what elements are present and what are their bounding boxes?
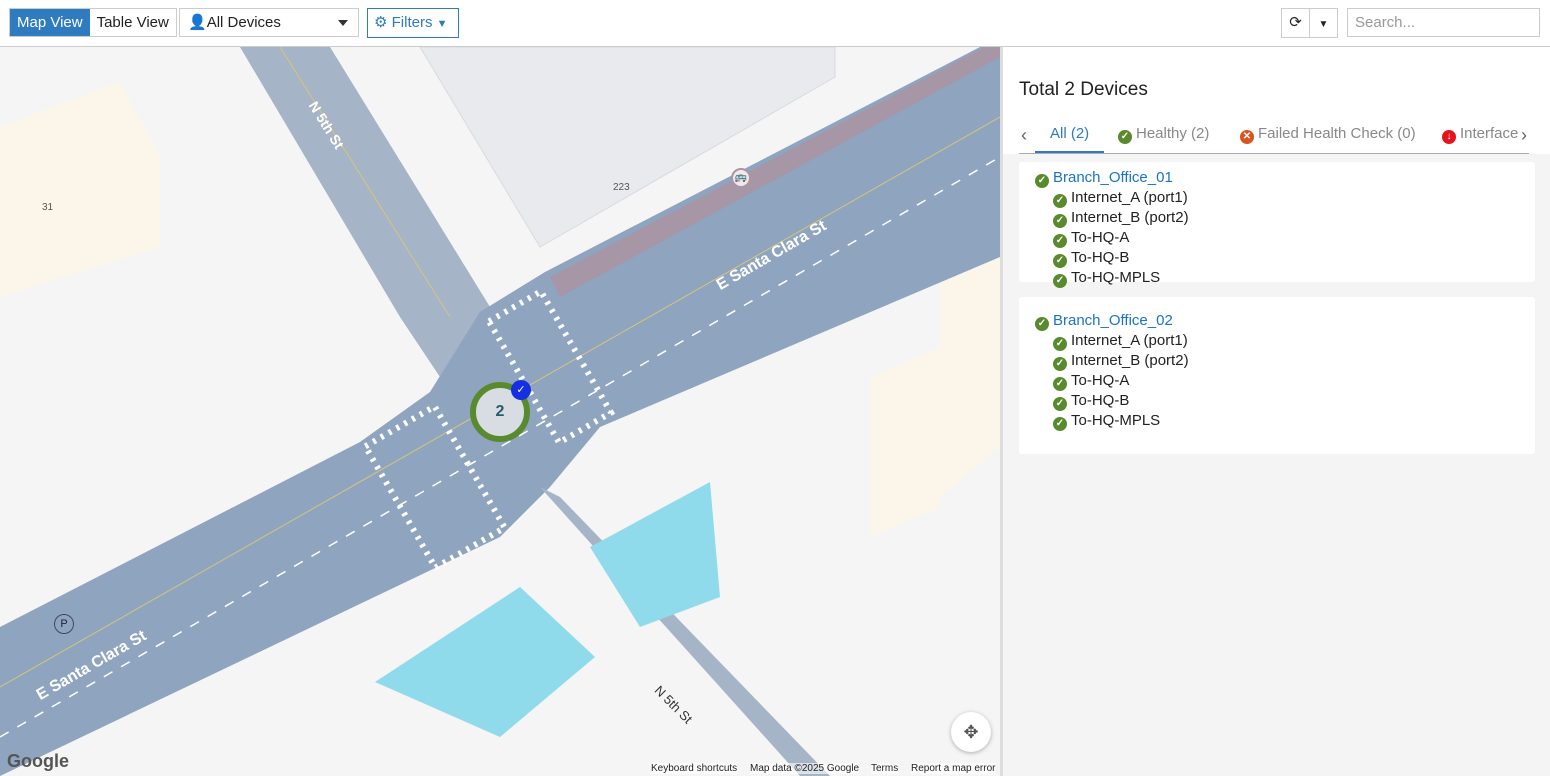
interface-name: To-HQ-A <box>1071 229 1130 246</box>
interface-item: ✓ Internet_B (port2) <box>1035 208 1519 228</box>
tab-all[interactable]: All (2) <box>1035 125 1105 153</box>
refresh-options-button[interactable]: ▼ <box>1309 8 1338 38</box>
cluster-count: 2 <box>495 403 505 420</box>
device-group-icon: 👤 <box>188 14 207 31</box>
interface-name: Internet_A (port1) <box>1071 332 1188 349</box>
check-circle-icon: ✓ <box>1118 130 1132 144</box>
refresh-icon: ⟳ <box>1289 14 1302 31</box>
filters-button[interactable]: ⚙ Filters ▼ <box>367 8 459 38</box>
toolbar: Map View Table View 👤All Devices ⚙ Filte… <box>0 0 1550 47</box>
tab-failed-health-check[interactable]: ✕ Failed Health Check (0) <box>1240 125 1416 153</box>
building-number: 31 <box>42 202 54 213</box>
map[interactable]: N 5th St E Santa Clara St E Santa Clara … <box>0 47 1000 776</box>
tabs-scroll-right[interactable]: › <box>1521 125 1527 146</box>
interface-name: To-HQ-MPLS <box>1071 269 1161 286</box>
parking-icon[interactable]: P <box>54 614 74 634</box>
check-circle-icon: ✓ <box>1053 234 1067 248</box>
bus-stop-icon[interactable]: 🚌 <box>731 168 751 188</box>
check-circle-icon: ✓ <box>1053 194 1067 208</box>
interface-item: ✓ Internet_A (port1) <box>1035 188 1519 208</box>
check-circle-icon: ✓ <box>1035 317 1049 331</box>
device-link: Branch_Office_01 <box>1053 169 1173 186</box>
recenter-button[interactable]: ✥ <box>951 712 991 752</box>
check-circle-icon: ✓ <box>1053 254 1067 268</box>
arrow-down-circle-icon: ↓ <box>1442 130 1456 144</box>
interface-item: ✓ To-HQ-A <box>1035 371 1519 391</box>
device-name[interactable]: ✓ Branch_Office_02 <box>1035 311 1519 331</box>
device-card: ✓ Branch_Office_02 ✓ Internet_A (port1) ✓ I… <box>1019 297 1535 454</box>
view-toggle: Map View Table View <box>9 8 177 37</box>
device-card: ✓ Branch_Office_01 ✓ Internet_A (port1) ✓ I… <box>1019 162 1535 288</box>
device-name[interactable]: ✓ Branch_Office_01 <box>1035 168 1519 188</box>
interface-name: To-HQ-B <box>1071 249 1130 266</box>
check-circle-icon: ✓ <box>1053 357 1067 371</box>
tab-label: Interface <box>1460 125 1519 142</box>
map-view-button[interactable]: Map View <box>10 9 90 36</box>
tab-healthy[interactable]: ✓ Healthy (2) <box>1118 125 1209 153</box>
map-data-label: Map data ©2025 Google <box>750 763 860 774</box>
caret-down-icon <box>338 20 348 26</box>
interface-name: To-HQ-A <box>1071 372 1130 389</box>
chevron-down-icon: ▼ <box>1318 19 1329 30</box>
interface-item: ✓ To-HQ-B <box>1035 391 1519 411</box>
check-badge-icon: ✓ <box>511 380 531 400</box>
interface-item: ✓ To-HQ-B <box>1035 248 1519 268</box>
interface-name: To-HQ-MPLS <box>1071 412 1161 429</box>
x-circle-icon: ✕ <box>1240 130 1254 144</box>
table-view-button[interactable]: Table View <box>90 9 176 36</box>
tab-interface[interactable]: ↓ Interface <box>1442 125 1524 153</box>
check-circle-icon: ✓ <box>1035 174 1049 188</box>
panel-title: Total 2 Devices <box>1019 79 1148 100</box>
check-circle-icon: ✓ <box>1053 214 1067 228</box>
chevron-down-icon: ▼ <box>436 18 448 30</box>
device-panel: Total 2 Devices ‹ All (2) ✓ Healthy (2) ✕… <box>1003 47 1550 776</box>
interface-item: ✓ To-HQ-MPLS <box>1035 268 1519 288</box>
filters-label: Filters <box>391 14 433 31</box>
tab-label: Healthy (2) <box>1136 125 1210 142</box>
gear-icon: ⚙ <box>374 14 388 31</box>
building-number: 223 <box>613 182 630 193</box>
interface-name: Internet_B (port2) <box>1071 209 1189 226</box>
check-circle-icon: ✓ <box>1053 377 1067 391</box>
status-tabs: All (2) ✓ Healthy (2) ✕ Failed Health Chec… <box>1019 125 1529 154</box>
device-select-value: All Devices <box>206 14 281 31</box>
interface-item: ✓ Internet_B (port2) <box>1035 351 1519 371</box>
keyboard-shortcuts-link[interactable]: Keyboard shortcuts <box>651 763 738 774</box>
interface-item: ✓ Internet_A (port1) <box>1035 331 1519 351</box>
check-circle-icon: ✓ <box>1053 417 1067 431</box>
report-map-error-link[interactable]: Report a map error <box>911 763 996 774</box>
tab-label: Failed Health Check (0) <box>1258 125 1416 142</box>
device-link: Branch_Office_02 <box>1053 312 1173 329</box>
check-circle-icon: ✓ <box>1053 274 1067 288</box>
interface-item: ✓ To-HQ-MPLS <box>1035 411 1519 431</box>
interface-name: Internet_A (port1) <box>1071 189 1188 206</box>
interface-item: ✓ To-HQ-A <box>1035 228 1519 248</box>
refresh-button[interactable]: ⟳ <box>1281 8 1310 38</box>
check-circle-icon: ✓ <box>1053 397 1067 411</box>
terms-link[interactable]: Terms <box>871 763 899 774</box>
check-circle-icon: ✓ <box>1053 337 1067 351</box>
search-input[interactable] <box>1347 8 1540 37</box>
device-select[interactable]: 👤All Devices <box>179 8 359 37</box>
interface-name: Internet_B (port2) <box>1071 352 1189 369</box>
interface-name: To-HQ-B <box>1071 392 1130 409</box>
google-logo: Google <box>7 751 69 771</box>
